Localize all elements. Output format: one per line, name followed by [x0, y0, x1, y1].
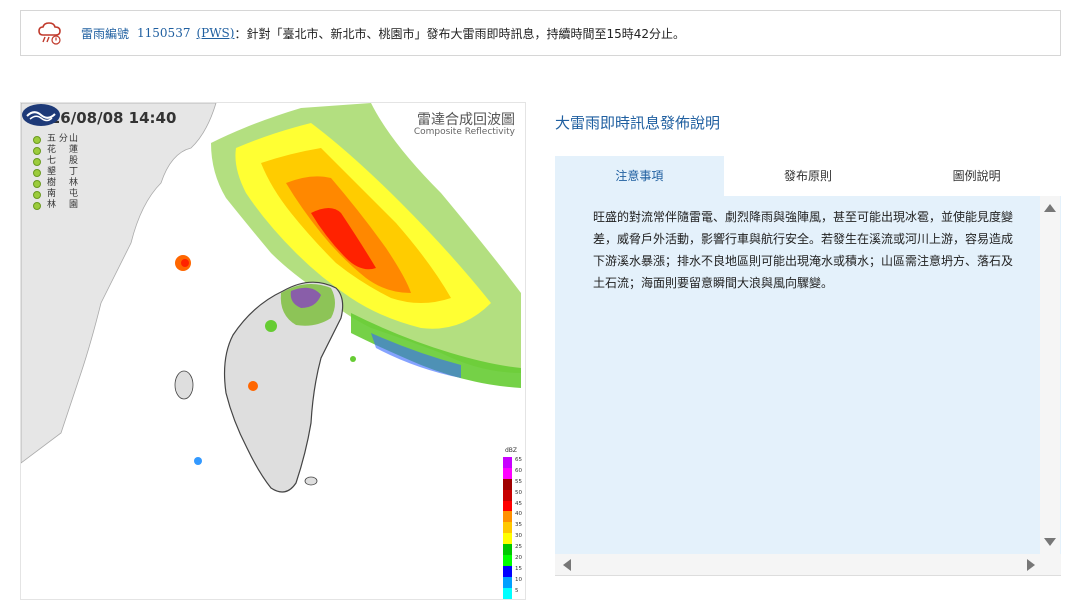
- tab-legend-explanation[interactable]: 圖例說明: [892, 156, 1062, 196]
- legend-swatch: [503, 489, 512, 501]
- legend-swatch: [503, 522, 512, 534]
- alert-message: ：針對「臺北市、新北市、桃園市」發布大雷雨即時訊息，持續時間至15時42分止。: [234, 26, 686, 41]
- legend-level-label: 5: [515, 587, 519, 594]
- legend-level-label: 50: [515, 489, 522, 496]
- alert-label: 雷雨編號: [81, 26, 130, 41]
- legend-level-label: 40: [515, 511, 522, 518]
- legend-level-label: 10: [515, 576, 522, 583]
- legend-swatch: [503, 533, 512, 545]
- legend-swatch: [503, 576, 512, 588]
- legend-level-label: 30: [515, 533, 522, 540]
- dbz-color-scale: [503, 457, 512, 599]
- pws-link[interactable]: (PWS): [196, 26, 234, 40]
- vertical-scrollbar[interactable]: [1040, 196, 1060, 554]
- legend-level-label: 35: [515, 522, 522, 529]
- tab-precautions[interactable]: 注意事項: [555, 156, 724, 196]
- radar-title: 雷達合成回波圖: [417, 112, 515, 128]
- station-dot-icon: [33, 135, 41, 144]
- horizontal-scrollbar[interactable]: [555, 554, 1061, 576]
- station-item: 樹林: [33, 178, 78, 189]
- legend-swatch: [503, 457, 512, 468]
- legend-level-label: 55: [515, 478, 522, 485]
- legend-level-label: 15: [515, 565, 522, 572]
- legend-swatch: [503, 500, 512, 512]
- scroll-down-icon[interactable]: [1044, 538, 1056, 546]
- legend-level-label: 25: [515, 544, 522, 551]
- legend-level-label: 45: [515, 500, 522, 507]
- station-item: 五 分山: [33, 134, 78, 145]
- legend-level-label: 20: [515, 555, 522, 562]
- station-dot-icon: [33, 168, 41, 177]
- legend-swatch: [503, 478, 512, 490]
- scroll-up-icon[interactable]: [1044, 204, 1056, 212]
- station-dot-icon: [33, 157, 41, 166]
- rain-cloud-warning-icon: [38, 22, 61, 45]
- station-item: 南屯: [33, 189, 78, 200]
- radar-subtitle: Composite Reflectivity: [413, 127, 515, 137]
- dbz-scale-labels: 65 60 55 50 45 40 35 30 25 20 15 10 5: [515, 455, 522, 597]
- legend-swatch: [503, 467, 512, 479]
- radar-map: [21, 103, 521, 493]
- station-dot-icon: [33, 146, 41, 155]
- legend-level-label: 65: [515, 457, 522, 463]
- cwa-logo-icon: [22, 104, 60, 126]
- station-dot-icon: [33, 179, 41, 188]
- legend-swatch: [503, 544, 512, 556]
- radar-image: 2026/08/08 14:40 雷達合成回波圖 Composite Refle…: [20, 102, 526, 600]
- station-item: 林園: [33, 200, 78, 211]
- legend-swatch: [503, 587, 512, 599]
- alert-banner: 雷雨編號 1150537 (PWS) ：針對「臺北市、新北市、桃園市」發布大雷雨…: [20, 10, 1061, 56]
- legend-unit: dBZ: [505, 447, 518, 454]
- legend-level-label: 60: [515, 467, 522, 474]
- station-dot-icon: [33, 201, 41, 210]
- legend-swatch: [503, 555, 512, 566]
- info-tabs: 注意事項 發布原則 圖例說明: [555, 156, 1062, 196]
- station-dot-icon: [33, 190, 41, 199]
- alert-number-link[interactable]: 1150537: [137, 26, 190, 40]
- station-item: 七股: [33, 156, 78, 167]
- precautions-text: 旺盛的對流常伴隨雷電、劇烈降雨與強陣風，甚至可能出現冰雹，並使能見度變差，威脅戶…: [593, 210, 1014, 290]
- legend-swatch: [503, 565, 512, 577]
- tab-release-principles[interactable]: 發布原則: [723, 156, 893, 196]
- info-heading: 大雷雨即時訊息發佈說明: [555, 114, 721, 132]
- station-item: 花蓮: [33, 145, 78, 156]
- scroll-left-icon[interactable]: [563, 559, 571, 571]
- legend-swatch: [503, 511, 512, 523]
- tab-content-panel: 旺盛的對流常伴隨雷電、劇烈降雨與強陣風，甚至可能出現冰雹，並使能見度變差，威脅戶…: [555, 196, 1061, 554]
- station-list: 五 分山 花蓮 七股 墾丁 樹林 南屯 林園: [33, 134, 78, 211]
- station-item: 墾丁: [33, 167, 78, 178]
- scroll-right-icon[interactable]: [1027, 559, 1035, 571]
